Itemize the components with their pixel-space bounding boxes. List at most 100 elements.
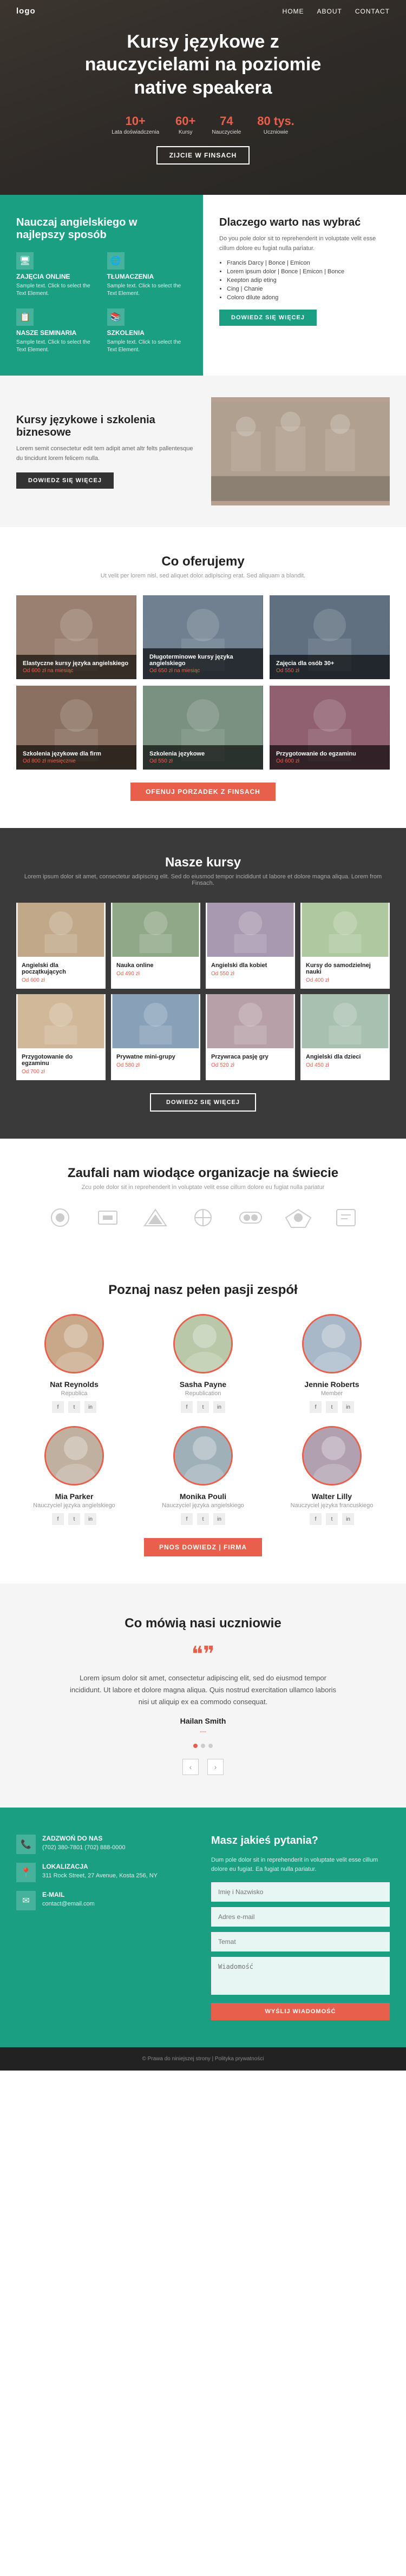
kurs-img-7 <box>206 994 295 1048</box>
stat-1: 10+ Lata doświadczenia <box>112 114 159 135</box>
dlaczego-cta-button[interactable]: DOWIEDZ SIĘ WIĘCEJ <box>219 310 317 326</box>
testimonial-author: Hailan Smith <box>16 1717 390 1725</box>
avatar-img-2 <box>175 1316 231 1372</box>
contact-form-title: Masz jakieś pytania? <box>211 1835 390 1847</box>
social-fb-1[interactable]: f <box>52 1401 64 1413</box>
oferty-subtitle: Ut velit per lorem nisl, sed aliquet dol… <box>16 573 390 579</box>
social-in-2[interactable]: in <box>213 1401 225 1413</box>
biznes-right <box>211 397 390 505</box>
contact-address-item: 📍 LOKALIZACJA 311 Rock Street, 27 Avenue… <box>16 1863 195 1882</box>
contact-phone-text: ZADZWOŃ DO NAS (702) 380-7801 (702) 888-… <box>42 1835 126 1852</box>
testimonial-next-button[interactable]: › <box>207 1759 224 1775</box>
social-fb-4[interactable]: f <box>52 1513 64 1525</box>
kurs-price-2: Od 490 zł <box>116 971 195 977</box>
oferty-cta-button[interactable]: Ofenuj porzadek z Finsach <box>130 783 276 801</box>
kurs-card-2[interactable]: Nauka online Od 490 zł <box>111 903 200 989</box>
social-in-1[interactable]: in <box>84 1401 96 1413</box>
kurs-card-1[interactable]: Angielski dla początkujących Od 600 zł <box>16 903 106 989</box>
oferta-card-5[interactable]: Szkolenia językowe Od 550 zł <box>143 686 263 770</box>
dlaczego-title: Dlaczego warto nas wybrać <box>219 216 390 229</box>
team-cta: PNOS DOWIEDZ | FIRMA <box>16 1538 390 1556</box>
kurs-card-3[interactable]: Angielski dla kobiet Od 550 zł <box>206 903 295 989</box>
testimonial-title: Co mówią nasi uczniowie <box>16 1616 390 1631</box>
contact-submit-button[interactable]: WYŚLIJ WIADOMOŚĆ <box>211 2003 390 2020</box>
social-tw-3[interactable]: t <box>326 1401 338 1413</box>
nav-home[interactable]: HOME <box>283 8 304 15</box>
trust-logos <box>16 1207 390 1228</box>
dot-3[interactable] <box>208 1744 213 1748</box>
social-in-5[interactable]: in <box>213 1513 225 1525</box>
team-title: Poznaj nasz pełen pasji zespół <box>16 1283 390 1298</box>
team-name-6: Walter Lilly <box>274 1492 390 1501</box>
contact-name-input[interactable] <box>211 1882 390 1902</box>
kurs-info-2: Nauka online Od 490 zł <box>111 957 200 982</box>
contact-email-item: ✉ E-MAIL contact@email.com <box>16 1891 195 1910</box>
team-avatar-6 <box>302 1426 362 1486</box>
translation-icon: 🌐 <box>107 252 125 270</box>
oferta-card-2[interactable]: Długoterminowe kursy języka angielskiego… <box>143 595 263 679</box>
oferta-card-6[interactable]: Przygotowanie do egzaminu Od 600 zł <box>270 686 390 770</box>
trust-section: Zaufali nam wiodące organizacje na świec… <box>0 1139 406 1256</box>
social-fb-5[interactable]: f <box>181 1513 193 1525</box>
social-fb-2[interactable]: f <box>181 1401 193 1413</box>
team-role-3: Member <box>274 1390 390 1397</box>
kurs-card-7[interactable]: Przywraca pasję gry Od 520 zł <box>206 994 295 1080</box>
social-tw-2[interactable]: t <box>197 1401 209 1413</box>
kurs-price-3: Od 550 zł <box>211 971 290 977</box>
social-tw-1[interactable]: t <box>68 1401 80 1413</box>
oferty-title: Co oferujemy <box>16 554 390 569</box>
social-tw-4[interactable]: t <box>68 1513 80 1525</box>
oferta-card-4[interactable]: Szkolenia językowe dla firm Od 800 zł mi… <box>16 686 136 770</box>
contact-email-label: E-MAIL <box>42 1891 95 1898</box>
nauczaj-grid: 🖥 ZAJĘCIA ONLINE Sample text. Click to s… <box>16 252 187 354</box>
phone-icon: 📞 <box>16 1835 36 1854</box>
team-role-1: Republica <box>16 1390 132 1397</box>
team-name-4: Mia Parker <box>16 1492 132 1501</box>
contact-message-input[interactable] <box>211 1957 390 1995</box>
oferta-card-3[interactable]: Zajęcia dla osób 30+ Od 550 zł <box>270 595 390 679</box>
nauczaj-item-4-text: Sample text. Click to select the Text El… <box>107 339 187 354</box>
hero-cta-button[interactable]: Zijcie w Finsach <box>156 146 250 165</box>
kurs-svg-8 <box>300 994 390 1048</box>
social-fb-6[interactable]: f <box>310 1513 322 1525</box>
team-socials-3: f t in <box>274 1401 390 1413</box>
kurs-title-2: Nauka online <box>116 962 195 969</box>
nav-about[interactable]: ABOUT <box>317 8 342 15</box>
testimonial-quote-mark: ❝❞ <box>16 1642 390 1667</box>
team-name-1: Nat Reynolds <box>16 1380 132 1389</box>
biznes-cta-button[interactable]: DOWIEDZ SIĘ WIĘCEJ <box>16 472 114 489</box>
oferta-title-4: Szkolenia językowe dla firm <box>23 751 130 757</box>
nav-links: HOME ABOUT CONTACT <box>283 8 390 15</box>
navigation: logo HOME ABOUT CONTACT <box>0 0 406 22</box>
kurs-card-4[interactable]: Kursy do samodzielnej nauki Od 400 zł <box>300 903 390 989</box>
social-tw-5[interactable]: t <box>197 1513 209 1525</box>
stat-4: 80 tys. Uczniowie <box>257 114 294 135</box>
kursy-cta-button[interactable]: DOWIEDZ SIĘ WIĘCEJ <box>150 1093 256 1112</box>
nauczaj-right: Dlaczego warto nas wybrać Do you pole do… <box>203 195 406 376</box>
nauczaj-item-1: 🖥 ZAJĘCIA ONLINE Sample text. Click to s… <box>16 252 96 298</box>
kurs-img-3 <box>206 903 295 957</box>
dot-1[interactable] <box>193 1744 198 1748</box>
nauczaj-item-2-text: Sample text. Click to select the Text El… <box>107 282 187 298</box>
social-fb-3[interactable]: f <box>310 1401 322 1413</box>
social-in-3[interactable]: in <box>342 1401 354 1413</box>
team-role-2: Republication <box>145 1390 261 1397</box>
social-tw-6[interactable]: t <box>326 1513 338 1525</box>
kurs-title-4: Kursy do samodzielnej nauki <box>306 962 384 975</box>
biznes-svg <box>211 397 390 505</box>
dot-2[interactable] <box>201 1744 205 1748</box>
stat-1-num: 10+ <box>112 114 159 128</box>
nav-contact[interactable]: CONTACT <box>355 8 390 15</box>
team-cta-button[interactable]: PNOS DOWIEDZ | FIRMA <box>144 1538 262 1556</box>
oferta-card-1[interactable]: Elastyczne kursy języka angielskiego Od … <box>16 595 136 679</box>
nav-logo[interactable]: logo <box>16 6 36 16</box>
kurs-svg-4 <box>300 903 390 957</box>
kurs-card-5[interactable]: Przygotowanie do egzaminu Od 700 zł <box>16 994 106 1080</box>
testimonial-prev-button[interactable]: ‹ <box>182 1759 199 1775</box>
contact-subject-input[interactable] <box>211 1932 390 1951</box>
social-in-4[interactable]: in <box>84 1513 96 1525</box>
kurs-card-6[interactable]: Prywatne mini-grupy Od 580 zł <box>111 994 200 1080</box>
contact-email-input[interactable] <box>211 1907 390 1927</box>
kurs-card-8[interactable]: Angielski dla dzieci Od 450 zł <box>300 994 390 1080</box>
social-in-6[interactable]: in <box>342 1513 354 1525</box>
